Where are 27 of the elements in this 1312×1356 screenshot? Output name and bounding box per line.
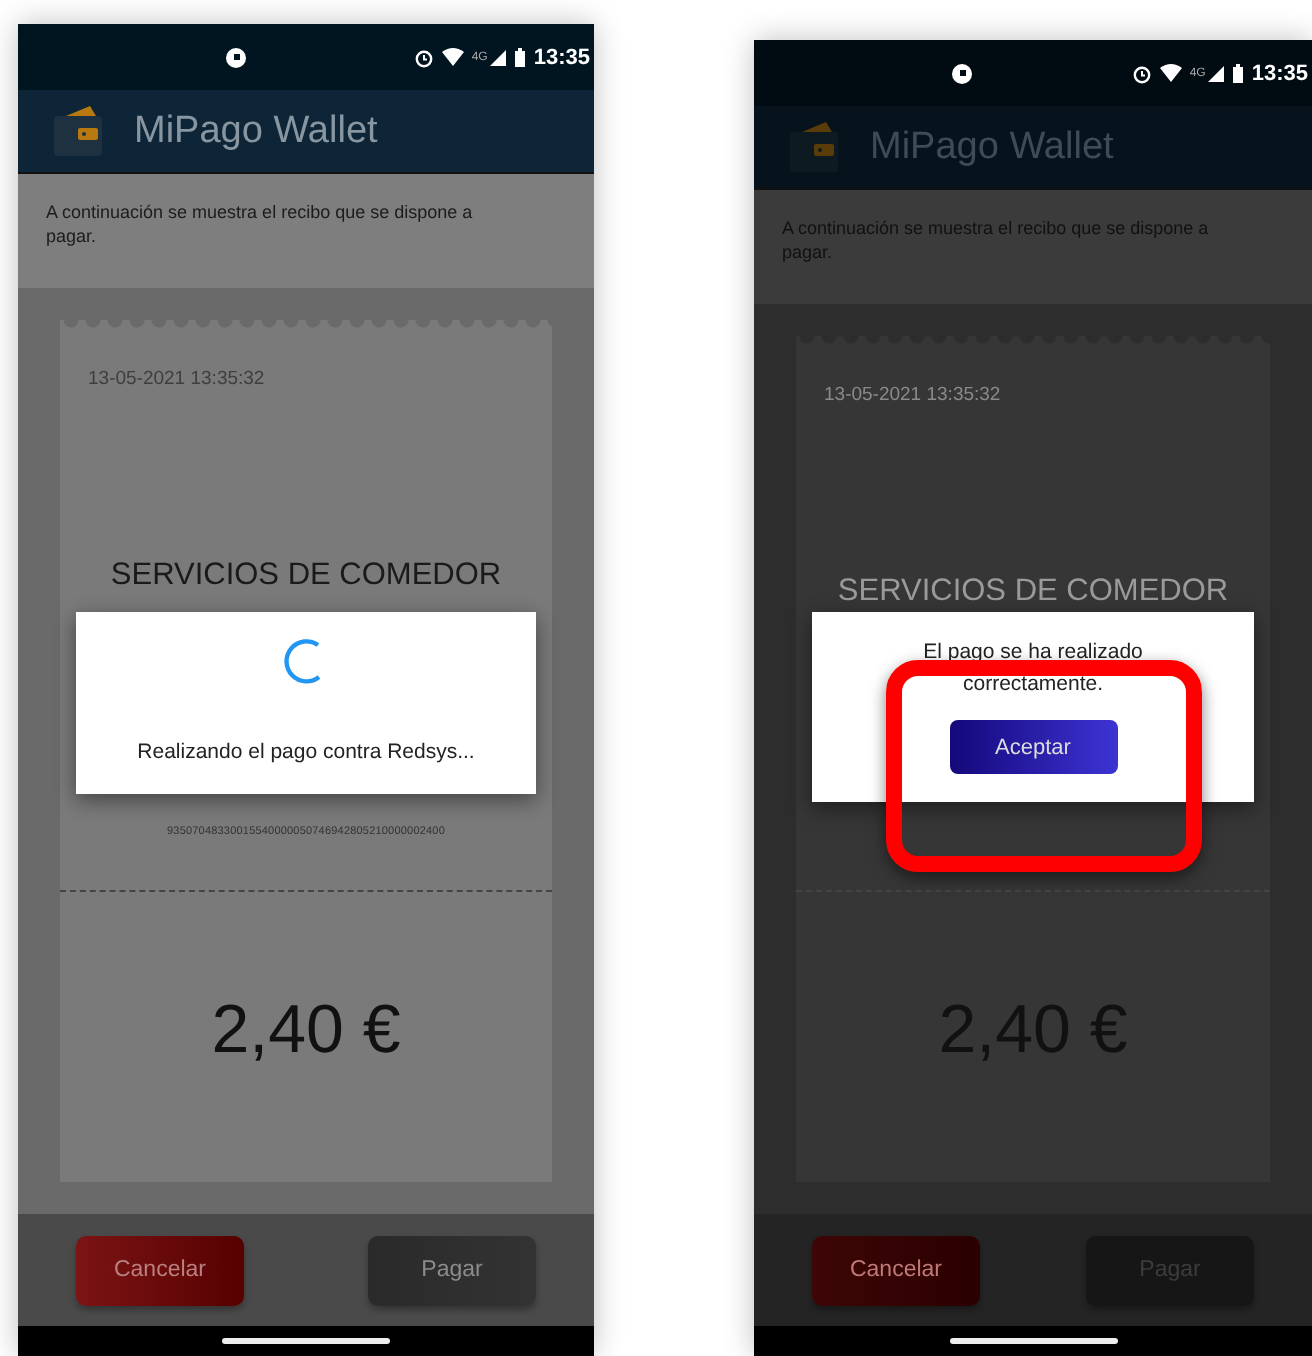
clock: 13:35 xyxy=(533,45,590,69)
alarm-clock-icon xyxy=(1131,63,1152,83)
battery-icon xyxy=(513,47,526,67)
receipt-date: 13-05-2021 13:35:32 xyxy=(88,368,265,390)
wifi-icon xyxy=(441,48,464,66)
signal-icon xyxy=(489,49,506,65)
pay-button[interactable]: Pagar xyxy=(368,1235,536,1305)
receipt-date: 13-05-2021 13:35:32 xyxy=(824,384,1001,406)
signal-icon xyxy=(1207,65,1224,81)
amount: 2,40 € xyxy=(211,992,401,1070)
accept-button[interactable]: Aceptar xyxy=(949,720,1117,774)
app-title: MiPago Wallet xyxy=(870,125,1114,169)
receipt-title: SERVICIOS DE COMEDOR xyxy=(110,558,502,594)
battery-icon xyxy=(1231,63,1244,83)
notification-icon xyxy=(952,63,973,83)
app-title: MiPago Wallet xyxy=(134,109,378,153)
alarm-clock-icon xyxy=(413,47,434,67)
cancel-button[interactable]: Cancelar xyxy=(76,1235,244,1305)
intro-text: A continuación se muestra el recibo que se dispone a pagar. xyxy=(18,174,594,288)
home-indicator[interactable] xyxy=(949,1338,1117,1344)
clock: 13:35 xyxy=(1251,61,1308,85)
home-indicator[interactable] xyxy=(222,1338,390,1344)
wifi-icon xyxy=(1159,64,1182,82)
cancel-button[interactable]: Cancelar xyxy=(812,1235,980,1305)
dialog-message: Realizando el pago contra Redsys... xyxy=(137,738,475,768)
receipt-title: SERVICIOS DE COMEDOR xyxy=(837,574,1229,610)
notification-icon xyxy=(225,47,246,67)
